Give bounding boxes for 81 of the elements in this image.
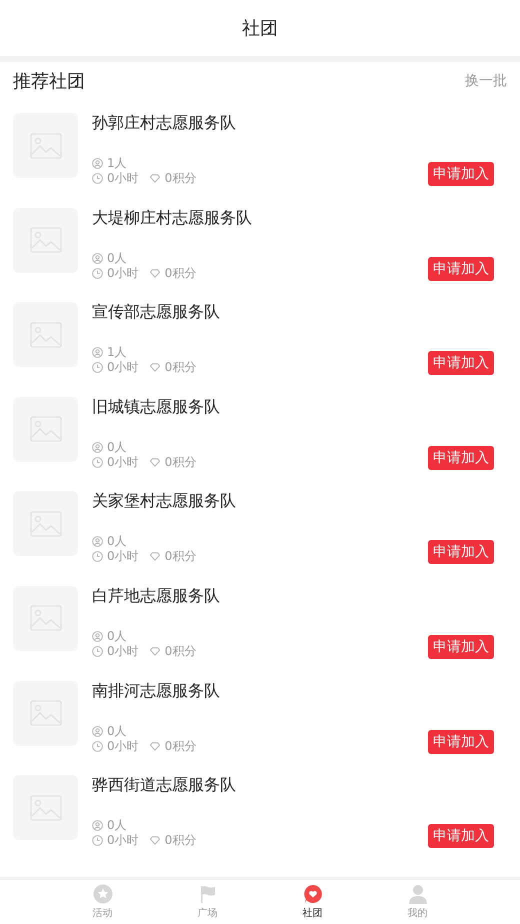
member-count: 1人	[107, 344, 127, 361]
person-icon	[92, 442, 103, 453]
diamond-icon	[148, 268, 161, 279]
service-hours: 0小时	[107, 170, 139, 187]
person-icon	[92, 726, 103, 737]
clock-icon	[92, 646, 103, 657]
points: 0积分	[164, 738, 196, 755]
person-icon	[92, 347, 103, 358]
tab-item[interactable]: 活动	[72, 880, 132, 924]
refresh-link[interactable]: 换一批	[465, 72, 507, 90]
member-count: 0人	[107, 438, 127, 456]
join-button[interactable]: 申请加入	[428, 162, 494, 186]
diamond-icon	[148, 456, 161, 468]
diamond-icon	[148, 173, 161, 184]
image-placeholder-icon	[13, 586, 78, 651]
diamond-icon	[148, 551, 161, 562]
member-count: 0人	[107, 250, 127, 267]
join-button[interactable]: 申请加入	[428, 730, 494, 754]
service-hours: 0小时	[107, 264, 139, 282]
member-count: 0人	[107, 817, 127, 834]
club-name: 关家堡村志愿服务队	[92, 491, 237, 512]
join-button[interactable]: 申请加入	[428, 540, 494, 564]
clock-icon	[92, 835, 103, 846]
image-placeholder-icon	[13, 775, 78, 840]
chat-heart-icon	[302, 884, 322, 904]
points: 0积分	[164, 170, 196, 187]
section-title: 推荐社团	[13, 70, 85, 93]
join-button[interactable]: 申请加入	[428, 351, 494, 376]
club-name: 宣传部志愿服务队	[92, 302, 221, 322]
clock-icon	[92, 362, 103, 374]
image-placeholder-icon	[13, 208, 78, 273]
service-hours: 0小时	[107, 642, 139, 660]
points: 0积分	[164, 264, 196, 282]
member-count: 0人	[107, 628, 127, 645]
tab-item[interactable]: 我的	[388, 880, 448, 924]
points: 0积分	[164, 832, 196, 850]
person-icon	[92, 158, 103, 169]
member-count: 0人	[107, 722, 127, 740]
club-name: 南排河志愿服务队	[92, 680, 221, 701]
page-title: 社团	[242, 17, 278, 40]
service-hours: 0小时	[107, 359, 139, 376]
service-hours: 0小时	[107, 548, 139, 566]
diamond-icon	[148, 646, 161, 657]
diamond-icon	[148, 362, 161, 374]
person-icon	[408, 884, 428, 904]
person-icon	[92, 630, 103, 642]
image-placeholder-icon	[13, 491, 78, 556]
person-icon	[92, 536, 103, 548]
points: 0积分	[164, 548, 196, 566]
diamond-icon	[148, 740, 161, 752]
clock-icon	[92, 173, 103, 184]
diamond-icon	[148, 835, 161, 846]
service-hours: 0小时	[107, 832, 139, 850]
tab-item[interactable]: 社团	[282, 880, 342, 924]
points: 0积分	[164, 359, 196, 376]
tab-item[interactable]: 广场	[178, 880, 238, 924]
person-icon	[92, 820, 103, 832]
clock-icon	[92, 268, 103, 279]
service-hours: 0小时	[107, 738, 139, 755]
service-hours: 0小时	[107, 454, 139, 471]
member-count: 0人	[107, 533, 127, 550]
join-button[interactable]: 申请加入	[428, 256, 494, 281]
points: 0积分	[164, 454, 196, 471]
join-button[interactable]: 申请加入	[428, 446, 494, 470]
clock-icon	[92, 740, 103, 752]
image-placeholder-icon	[13, 680, 78, 746]
club-name: 旧城镇志愿服务队	[92, 396, 221, 417]
person-icon	[92, 252, 103, 264]
club-name: 大堤柳庄村志愿服务队	[92, 208, 253, 228]
club-name: 白芹地志愿服务队	[92, 586, 221, 606]
image-placeholder-icon	[13, 302, 78, 368]
clock-icon	[92, 456, 103, 468]
clock-icon	[92, 551, 103, 562]
member-count: 1人	[107, 155, 127, 172]
image-placeholder-icon	[13, 396, 78, 462]
join-button[interactable]: 申请加入	[428, 824, 494, 848]
join-button[interactable]: 申请加入	[428, 634, 494, 659]
club-name: 骅西街道志愿服务队	[92, 775, 237, 796]
club-name: 孙郭庄村志愿服务队	[92, 113, 237, 133]
image-placeholder-icon	[13, 113, 78, 178]
points: 0积分	[164, 642, 196, 660]
